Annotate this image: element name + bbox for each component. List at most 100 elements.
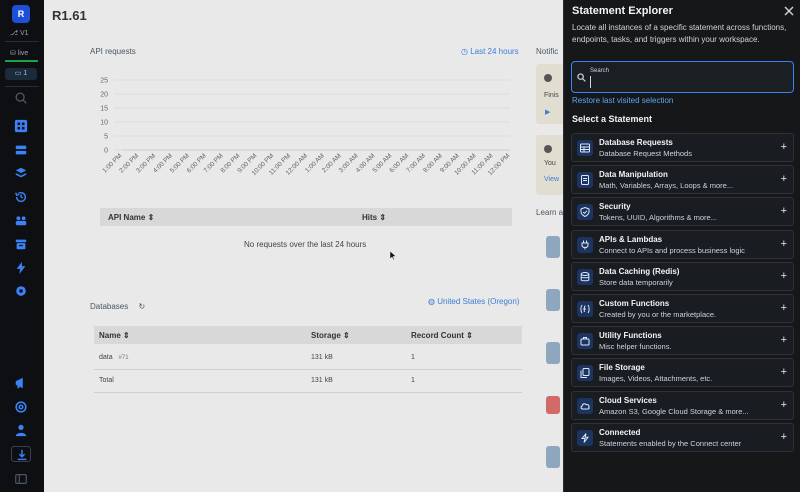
- region-link[interactable]: ◍ United States (Oregon): [428, 297, 519, 306]
- add-icon[interactable]: +: [781, 142, 787, 153]
- statement-item-connected[interactable]: Connected Statements enabled by the Conn…: [571, 422, 794, 452]
- y-tick-label: 0: [104, 148, 108, 155]
- experts-icon[interactable]: [546, 446, 560, 468]
- search-icon: [577, 73, 586, 82]
- statement-item-database-requests[interactable]: Database Requests Database Request Metho…: [571, 133, 794, 162]
- sort-icon: ⇕: [147, 213, 155, 222]
- version-label: V1: [20, 30, 29, 37]
- statement-item-utility-functions[interactable]: Utility Functions Misc helper functions.…: [571, 326, 794, 356]
- files-icon: [577, 365, 593, 382]
- row-divider: [94, 392, 522, 393]
- statement-explorer-panel: Statement Explorer Locate all instances …: [563, 0, 800, 492]
- total-record-count: 1: [411, 377, 415, 384]
- statement-item-file-storage[interactable]: File Storage Images, Videos, Attachments…: [571, 358, 794, 388]
- rocket-icon[interactable]: [546, 236, 560, 258]
- help-lifebuoy-icon[interactable]: [14, 400, 28, 414]
- notification-card[interactable]: You View: [536, 135, 566, 195]
- api-name-column-header[interactable]: API Name ⇕: [108, 213, 154, 222]
- time-range-link[interactable]: ◷ Last 24 hours: [461, 47, 519, 56]
- storage-header-label: Storage: [311, 331, 341, 340]
- storage-cell: 131 kB: [311, 354, 333, 361]
- close-icon[interactable]: [783, 5, 795, 17]
- comments-count: 1: [23, 70, 28, 77]
- add-icon[interactable]: +: [781, 270, 787, 282]
- youtube-icon[interactable]: [546, 396, 560, 414]
- statement-item-data-caching[interactable]: Data Caching (Redis) Store data temporar…: [571, 261, 794, 291]
- collapse-sidebar-icon[interactable]: [14, 472, 28, 486]
- hits-column-header[interactable]: Hits ⇕: [362, 213, 386, 222]
- sort-icon: ⇕: [123, 331, 130, 340]
- sort-icon: ⇕: [466, 331, 473, 340]
- statement-name: Data Manipulation: [599, 170, 668, 180]
- community-icon[interactable]: [546, 289, 560, 311]
- view-link[interactable]: View: [544, 176, 559, 183]
- sort-icon: ⇕: [343, 331, 350, 340]
- statement-item-security[interactable]: Security Tokens, UUID, Algorithms & more…: [571, 197, 794, 227]
- live-indicator-bar: [5, 60, 38, 62]
- environment-label: live: [17, 50, 29, 57]
- database-table-icon: [577, 140, 593, 156]
- y-tick-label: 25: [100, 78, 108, 85]
- user-icon[interactable]: [14, 423, 28, 437]
- add-icon[interactable]: +: [781, 399, 787, 411]
- notification-text: Finis: [544, 92, 559, 99]
- comments-badge[interactable]: ▭ 1: [5, 68, 37, 80]
- statement-description: Database Request Methods: [599, 149, 692, 158]
- team-icon[interactable]: [14, 213, 28, 227]
- database-small-icon: ⛁: [10, 50, 18, 57]
- time-range-label: Last 24 hours: [470, 47, 519, 56]
- record-count-column-header[interactable]: Record Count ⇕: [411, 331, 473, 340]
- divider: [5, 86, 39, 87]
- statement-item-custom-functions[interactable]: Custom Functions Created by you or the m…: [571, 293, 794, 323]
- bolt-icon[interactable]: [14, 261, 28, 275]
- db-name-column-header[interactable]: Name ⇕: [99, 331, 130, 340]
- restore-selection-link[interactable]: Restore last visited selection: [572, 96, 673, 105]
- statement-list: Database Requests Database Request Metho…: [571, 133, 794, 455]
- refresh-icon[interactable]: ↻: [138, 302, 145, 311]
- db-id: #71: [118, 355, 129, 361]
- search-icon[interactable]: [14, 91, 28, 105]
- layers-icon[interactable]: [14, 166, 28, 180]
- statement-description: Images, Videos, Attachments, etc.: [599, 374, 713, 384]
- settings-gear-icon[interactable]: [14, 284, 28, 298]
- add-icon[interactable]: +: [781, 367, 787, 378]
- add-icon[interactable]: +: [781, 302, 787, 314]
- bolt-icon: [577, 429, 593, 446]
- hits-header-label: Hits: [362, 213, 378, 222]
- page-title: R1.61: [52, 8, 87, 23]
- search-input[interactable]: [590, 76, 786, 88]
- download-icon[interactable]: [11, 446, 31, 462]
- branch-version[interactable]: ⎇ V1: [10, 29, 29, 37]
- statement-name: Custom Functions: [599, 298, 670, 308]
- y-tick-label: 20: [100, 92, 108, 99]
- databases-heading-label: Databases: [90, 302, 129, 311]
- notification-card[interactable]: Finis ▶: [536, 64, 566, 124]
- storage-column-header[interactable]: Storage ⇕: [311, 331, 350, 340]
- add-icon[interactable]: +: [781, 238, 787, 250]
- add-icon[interactable]: +: [781, 431, 787, 443]
- megaphone-icon[interactable]: [14, 376, 28, 390]
- api-table-header: [100, 208, 512, 226]
- play-icon[interactable]: ▶: [545, 108, 550, 116]
- search-field[interactable]: Search: [571, 61, 794, 93]
- dashboard-icon[interactable]: [14, 119, 28, 133]
- statement-item-data-manipulation[interactable]: Data Manipulation Math, Variables, Array…: [571, 165, 794, 195]
- statement-description: Math, Variables, Arrays, Loops & more...: [599, 181, 734, 191]
- add-icon[interactable]: +: [781, 335, 787, 346]
- plug-icon: [577, 236, 593, 253]
- api-requests-heading: API requests: [90, 47, 136, 56]
- archive-icon[interactable]: [14, 237, 28, 251]
- add-icon[interactable]: +: [781, 174, 787, 185]
- cloud-icon: [577, 397, 593, 414]
- statement-item-cloud-services[interactable]: Cloud Services Amazon S3, Google Cloud S…: [571, 390, 794, 420]
- history-icon[interactable]: [14, 190, 28, 204]
- statement-item-apis-lambdas[interactable]: APIs & Lambdas Connect to APIs and proce…: [571, 229, 794, 259]
- database-table-icon[interactable]: [14, 143, 28, 157]
- y-tick-label: 5: [104, 134, 108, 141]
- workspace-avatar[interactable]: R: [12, 5, 30, 23]
- databases-heading: Databases ↻: [90, 302, 145, 311]
- environment-selector[interactable]: ⛁ live: [10, 49, 28, 57]
- add-icon[interactable]: +: [781, 206, 787, 217]
- chat-icon[interactable]: [546, 342, 560, 364]
- statement-name: File Storage: [599, 363, 645, 373]
